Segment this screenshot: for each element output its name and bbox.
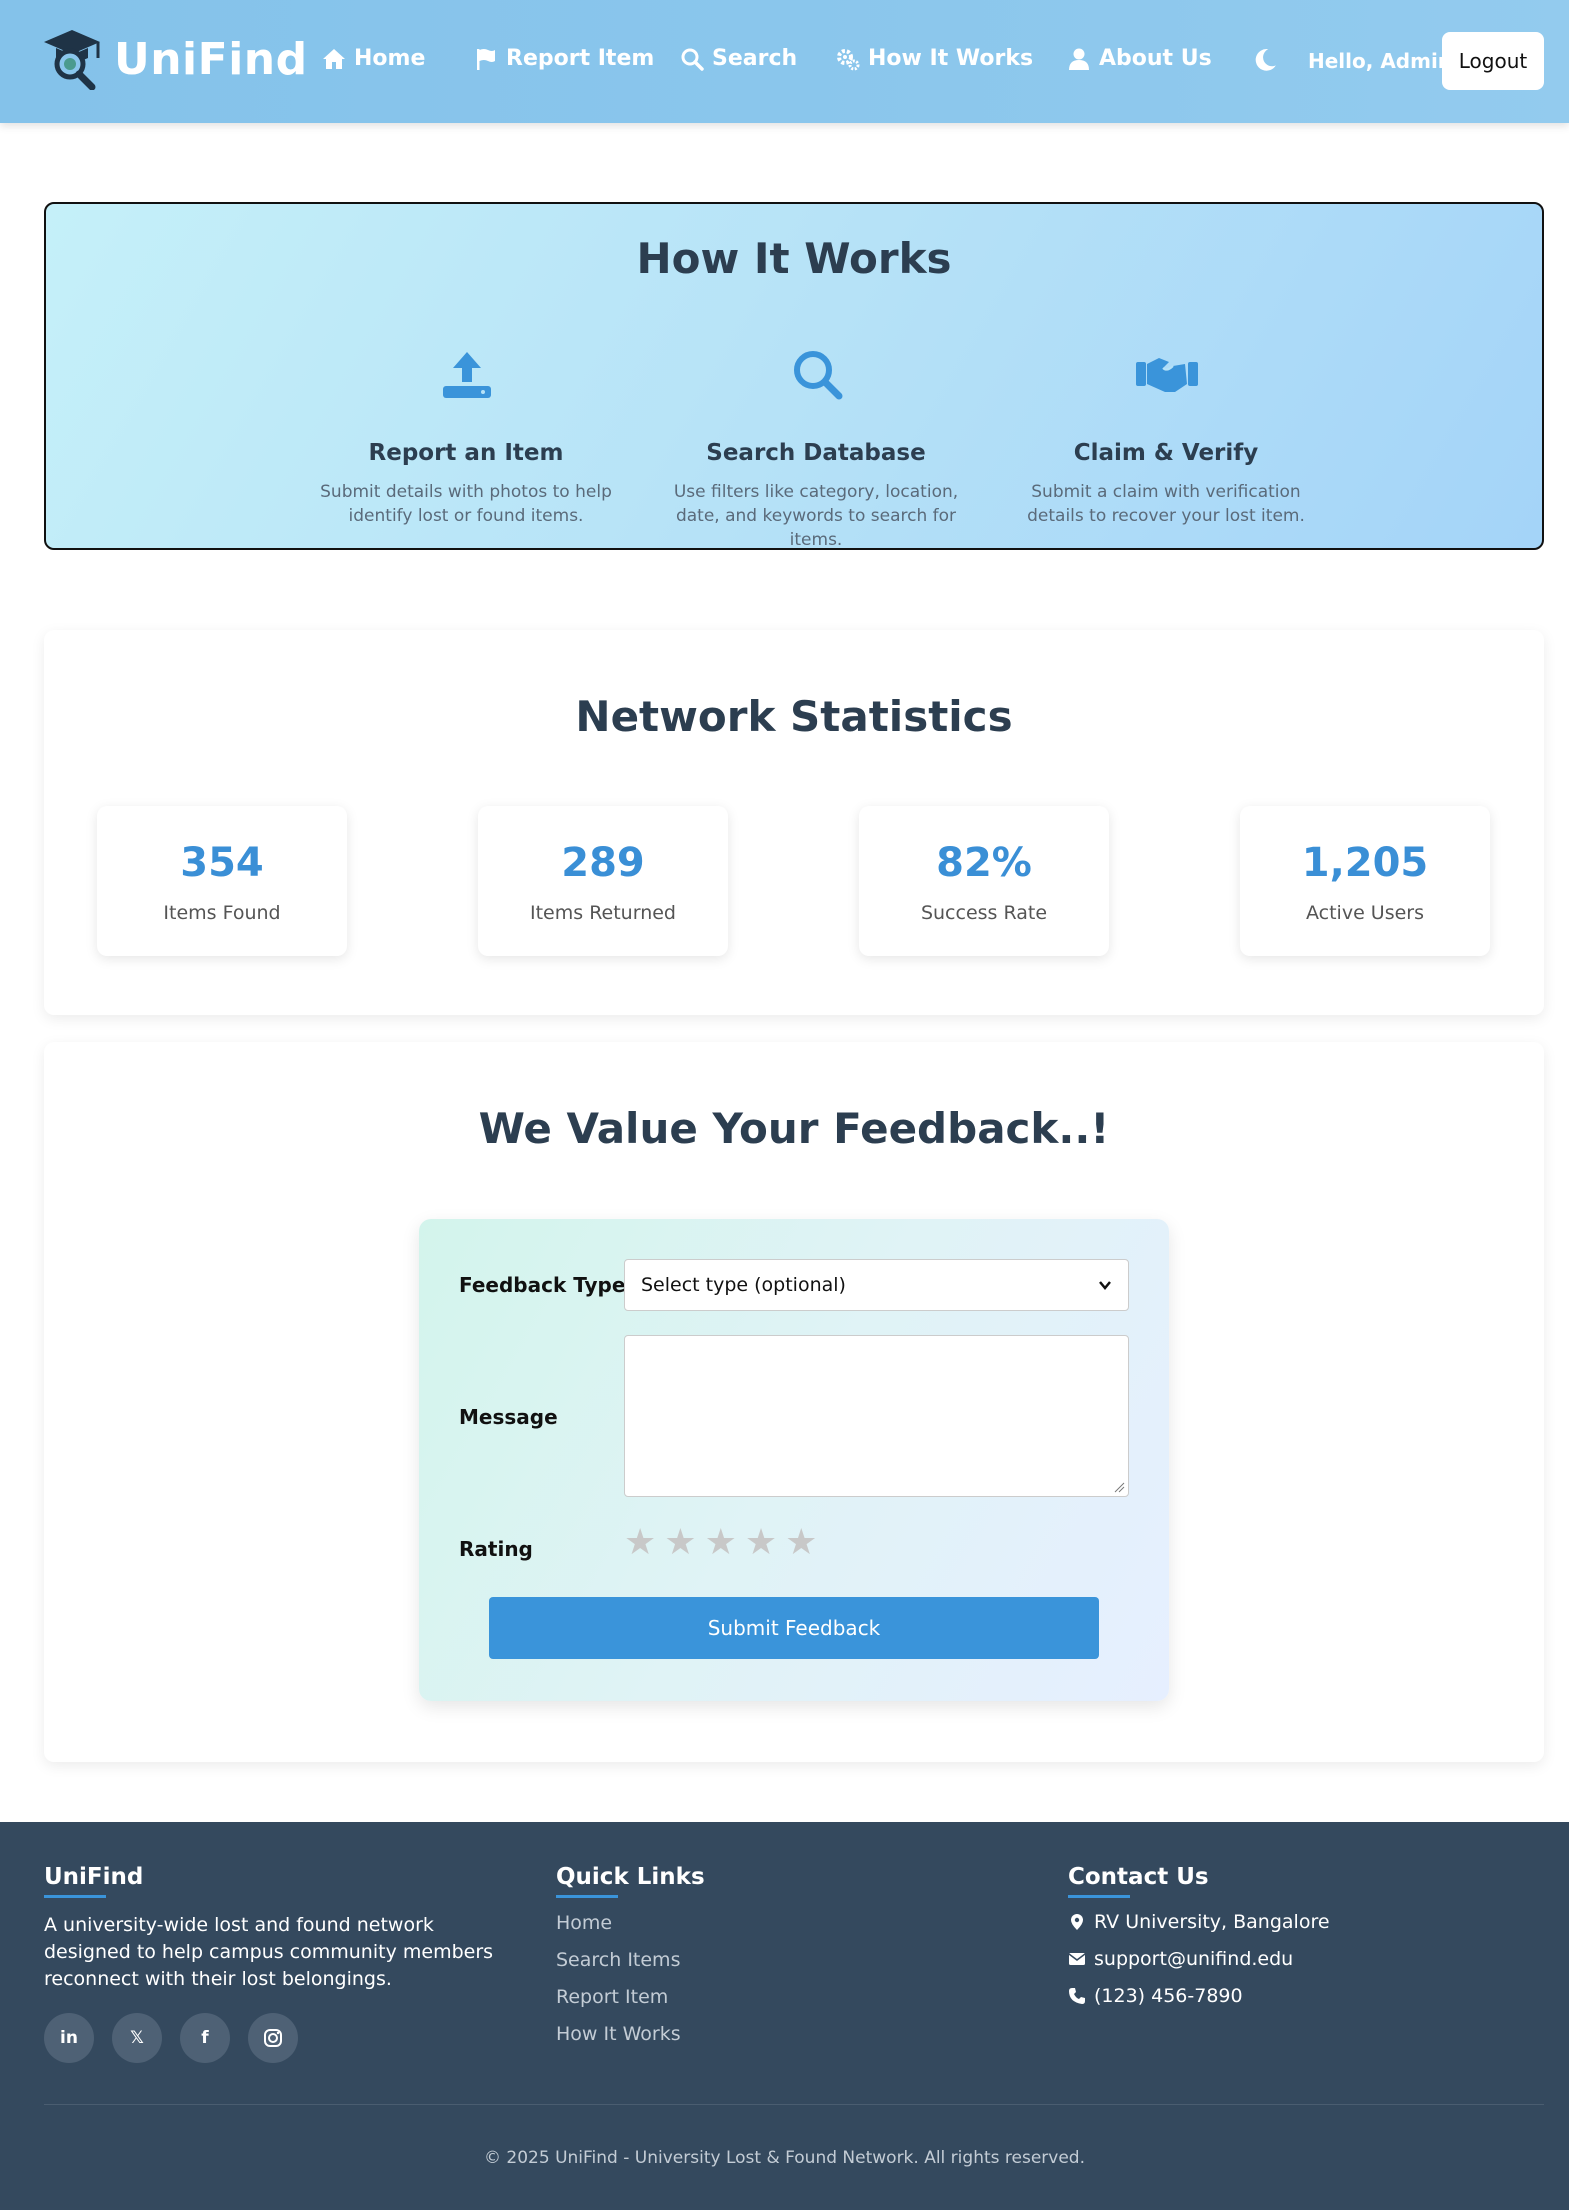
stat-value: 289 xyxy=(561,840,645,886)
handshake-icon xyxy=(1136,358,1198,392)
phone-icon xyxy=(1069,1987,1085,2004)
footer-quick-links: Quick Links Home Search Items Report Ite… xyxy=(556,1864,956,2060)
social-links: in 𝕏 f xyxy=(44,2013,524,2063)
footer-link-report-item[interactable]: Report Item xyxy=(556,1986,956,2013)
nav-how-label: How It Works xyxy=(868,46,1034,71)
stat-value: 354 xyxy=(180,840,264,886)
user-greeting: Hello, Admin! xyxy=(1308,49,1462,73)
moon-icon[interactable] xyxy=(1252,47,1278,73)
how-it-works-section: How It Works Report an Item Submit detai… xyxy=(44,202,1544,550)
footer-about-text: A university-wide lost and found network… xyxy=(44,1914,494,1990)
feedback-section: We Value Your Feedback..! Feedback Type … xyxy=(44,1042,1544,1762)
quick-links-heading: Quick Links xyxy=(556,1864,705,1890)
step-title: Report an Item xyxy=(368,440,564,466)
map-marker-icon xyxy=(1071,1913,1083,1930)
search-icon xyxy=(794,351,843,400)
message-textarea[interactable] xyxy=(624,1335,1129,1497)
feedback-form: Feedback Type Select type (optional) Mes… xyxy=(419,1219,1169,1701)
navbar: UniFind Home Report Item Search How It W… xyxy=(0,0,1569,123)
contact-email-text[interactable]: support@unifind.edu xyxy=(1094,1948,1293,1970)
nav-home-label: Home xyxy=(354,46,426,71)
copyright: © 2025 UniFind - University Lost & Found… xyxy=(484,2148,1085,2168)
heading-underline xyxy=(1068,1895,1130,1898)
star-icon[interactable]: ★ xyxy=(705,1525,737,1561)
upload-icon xyxy=(443,352,491,398)
nav-home[interactable]: Home xyxy=(322,46,425,71)
footer-contact: Contact Us RV University, Bangalore supp… xyxy=(1068,1864,1528,2009)
stat-card-items-returned: 289 Items Returned xyxy=(478,806,728,956)
how-it-works-title: How It Works xyxy=(636,234,952,283)
chevron-down-icon xyxy=(1099,1281,1111,1290)
feedback-type-label: Feedback Type xyxy=(459,1273,626,1297)
footer-link-search-items[interactable]: Search Items xyxy=(556,1949,956,1976)
network-statistics-section: Network Statistics 354 Items Found 289 I… xyxy=(44,630,1544,1015)
step-description: Submit a claim with verification details… xyxy=(1027,482,1305,526)
graduation-cap-search-logo-icon xyxy=(44,30,100,90)
stats-title: Network Statistics xyxy=(575,692,1013,741)
instagram-glyph xyxy=(264,2029,282,2047)
footer-link-home[interactable]: Home xyxy=(556,1912,956,1939)
instagram-icon[interactable] xyxy=(248,2013,298,2063)
stat-label: Items Returned xyxy=(530,902,676,924)
nav-about-us[interactable]: About Us xyxy=(1067,46,1212,71)
heading-underline xyxy=(44,1895,106,1898)
feedback-type-value: Select type (optional) xyxy=(641,1274,846,1296)
stat-card-success-rate: 82% Success Rate xyxy=(859,806,1109,956)
logout-button[interactable]: Logout xyxy=(1442,32,1544,90)
feedback-title: We Value Your Feedback..! xyxy=(478,1104,1110,1153)
x-icon[interactable]: 𝕏 xyxy=(112,2013,162,2063)
contact-phone-text[interactable]: (123) 456-7890 xyxy=(1094,1985,1243,2007)
stat-card-active-users: 1,205 Active Users xyxy=(1240,806,1490,956)
home-icon xyxy=(323,48,345,69)
contact-email: support@unifind.edu xyxy=(1068,1945,1528,1972)
star-icon[interactable]: ★ xyxy=(785,1525,817,1561)
contact-phone: (123) 456-7890 xyxy=(1068,1982,1528,2009)
stat-card-items-found: 354 Items Found xyxy=(97,806,347,956)
star-icon[interactable]: ★ xyxy=(624,1525,656,1561)
nav-report-item[interactable]: Report Item xyxy=(474,46,654,71)
footer-about-heading: UniFind xyxy=(44,1864,144,1890)
stat-value: 82% xyxy=(936,840,1032,886)
message-label: Message xyxy=(459,1405,558,1429)
footer-divider xyxy=(44,2104,1544,2105)
footer-link-how-it-works[interactable]: How It Works xyxy=(556,2023,956,2050)
rating-label: Rating xyxy=(459,1537,533,1561)
brand-name: UniFind xyxy=(114,33,308,85)
rating-stars: ★ ★ ★ ★ ★ xyxy=(624,1525,817,1561)
quick-links-list: Home Search Items Report Item How It Wor… xyxy=(556,1912,956,2050)
flag-icon xyxy=(477,48,495,70)
heading-underline xyxy=(556,1895,618,1898)
facebook-icon[interactable]: f xyxy=(180,2013,230,2063)
star-icon[interactable]: ★ xyxy=(664,1525,696,1561)
gears-icon xyxy=(837,48,860,70)
stat-label: Active Users xyxy=(1305,902,1425,924)
brand[interactable]: UniFind xyxy=(42,28,308,90)
contact-address-text: RV University, Bangalore xyxy=(1094,1910,1330,1933)
stat-value: 1,205 xyxy=(1301,840,1429,886)
envelope-icon xyxy=(1068,1952,1086,1965)
nav-about-label: About Us xyxy=(1099,46,1212,71)
search-icon xyxy=(681,48,704,71)
step-title: Search Database xyxy=(706,440,926,466)
stat-label: Success Rate xyxy=(920,902,1048,924)
user-icon xyxy=(1069,48,1089,70)
footer: UniFind A university-wide lost and found… xyxy=(0,1822,1569,2210)
step-title: Claim & Verify xyxy=(1073,440,1259,466)
resize-grip-icon[interactable] xyxy=(1113,1481,1125,1493)
step-description: Use filters like category, location, dat… xyxy=(673,482,959,550)
submit-feedback-button[interactable]: Submit Feedback xyxy=(489,1597,1099,1659)
stat-label: Items Found xyxy=(163,902,281,924)
linkedin-icon[interactable]: in xyxy=(44,2013,94,2063)
footer-about: UniFind A university-wide lost and found… xyxy=(44,1864,524,2063)
nav-report-label: Report Item xyxy=(506,46,655,71)
feedback-type-select[interactable]: Select type (optional) xyxy=(624,1259,1129,1311)
nav-search[interactable]: Search xyxy=(680,46,797,71)
contact-heading: Contact Us xyxy=(1068,1864,1209,1890)
nav-how-it-works[interactable]: How It Works xyxy=(836,46,1033,71)
star-icon[interactable]: ★ xyxy=(745,1525,777,1561)
step-description: Submit details with photos to help ident… xyxy=(320,482,612,526)
nav-search-label: Search xyxy=(712,46,798,71)
contact-address: RV University, Bangalore xyxy=(1068,1908,1528,1935)
